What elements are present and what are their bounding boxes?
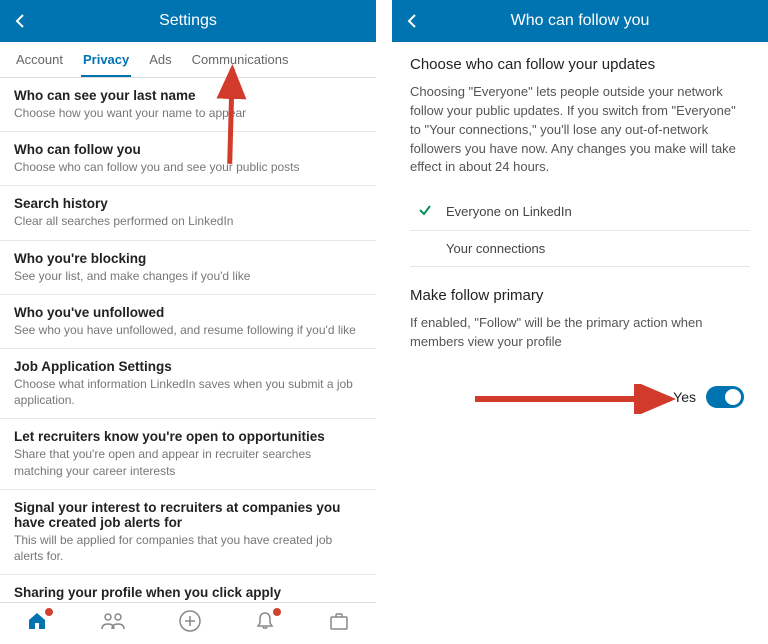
settings-tabs: Account Privacy Ads Communications (0, 42, 376, 78)
header: Who can follow you (392, 0, 768, 42)
list-item[interactable]: Who you're blocking See your list, and m… (0, 241, 376, 295)
page-title: Settings (0, 12, 376, 30)
item-sub: Share that you're open and appear in rec… (14, 446, 362, 478)
list-item[interactable]: Let recruiters know you're open to oppor… (0, 419, 376, 489)
nav-network-icon[interactable] (101, 611, 125, 636)
nav-notifications-icon[interactable] (255, 611, 275, 636)
item-title: Let recruiters know you're open to oppor… (14, 429, 362, 444)
list-item[interactable]: Who can see your last name Choose how yo… (0, 78, 376, 132)
section-title: Choose who can follow your updates (410, 56, 750, 73)
nav-post-icon[interactable] (179, 610, 201, 637)
content-area: Choose who can follow your updates Choos… (392, 42, 768, 440)
list-item[interactable]: Job Application Settings Choose what inf… (0, 349, 376, 419)
item-title: Who can see your last name (14, 88, 362, 103)
list-item[interactable]: Search history Clear all searches perfor… (0, 186, 376, 240)
list-item[interactable]: Who you've unfollowed See who you have u… (0, 295, 376, 349)
item-title: Who you're blocking (14, 251, 362, 266)
item-sub: See your list, and make changes if you'd… (14, 268, 362, 284)
nav-home-icon[interactable] (27, 611, 47, 636)
annotation-arrow-icon (470, 384, 690, 414)
item-title: Who you've unfollowed (14, 305, 362, 320)
item-title: Search history (14, 196, 362, 211)
tab-ads[interactable]: Ads (147, 46, 173, 77)
option-label: Everyone on LinkedIn (446, 204, 572, 219)
item-sub: Choose how you want your name to appear (14, 105, 362, 121)
back-button[interactable] (402, 11, 422, 31)
settings-screen: Settings Account Privacy Ads Communicati… (0, 0, 384, 644)
item-sub: Choose who can follow you and see your p… (14, 159, 362, 175)
item-sub: Clear all searches performed on LinkedIn (14, 213, 362, 229)
bottom-nav (0, 602, 376, 644)
back-button[interactable] (10, 11, 30, 31)
check-icon (418, 203, 436, 220)
list-item[interactable]: Signal your interest to recruiters at co… (0, 490, 376, 575)
tab-privacy[interactable]: Privacy (81, 46, 131, 77)
notification-dot-icon (273, 608, 281, 616)
item-sub: Choose what information LinkedIn saves w… (14, 376, 362, 408)
option-label: Your connections (446, 241, 545, 256)
follow-primary-toggle[interactable] (706, 386, 744, 408)
item-title: Sharing your profile when you click appl… (14, 585, 362, 600)
option-everyone[interactable]: Everyone on LinkedIn (410, 193, 750, 231)
item-sub: See who you have unfollowed, and resume … (14, 322, 362, 338)
option-connections[interactable]: Your connections (410, 231, 750, 267)
follow-screen: Who can follow you Choose who can follow… (384, 0, 768, 644)
item-sub: This will be applied for companies that … (14, 532, 362, 564)
section-desc: If enabled, "Follow" will be the primary… (410, 314, 750, 352)
header: Settings (0, 0, 376, 42)
section-title: Make follow primary (410, 287, 750, 304)
tab-account[interactable]: Account (14, 46, 65, 77)
list-item[interactable]: Sharing your profile when you click appl… (0, 575, 376, 602)
page-title: Who can follow you (392, 12, 768, 30)
nav-jobs-icon[interactable] (329, 611, 349, 636)
notification-dot-icon (45, 608, 53, 616)
item-title: Signal your interest to recruiters at co… (14, 500, 362, 530)
section-desc: Choosing "Everyone" lets people outside … (410, 83, 750, 177)
item-title: Job Application Settings (14, 359, 362, 374)
